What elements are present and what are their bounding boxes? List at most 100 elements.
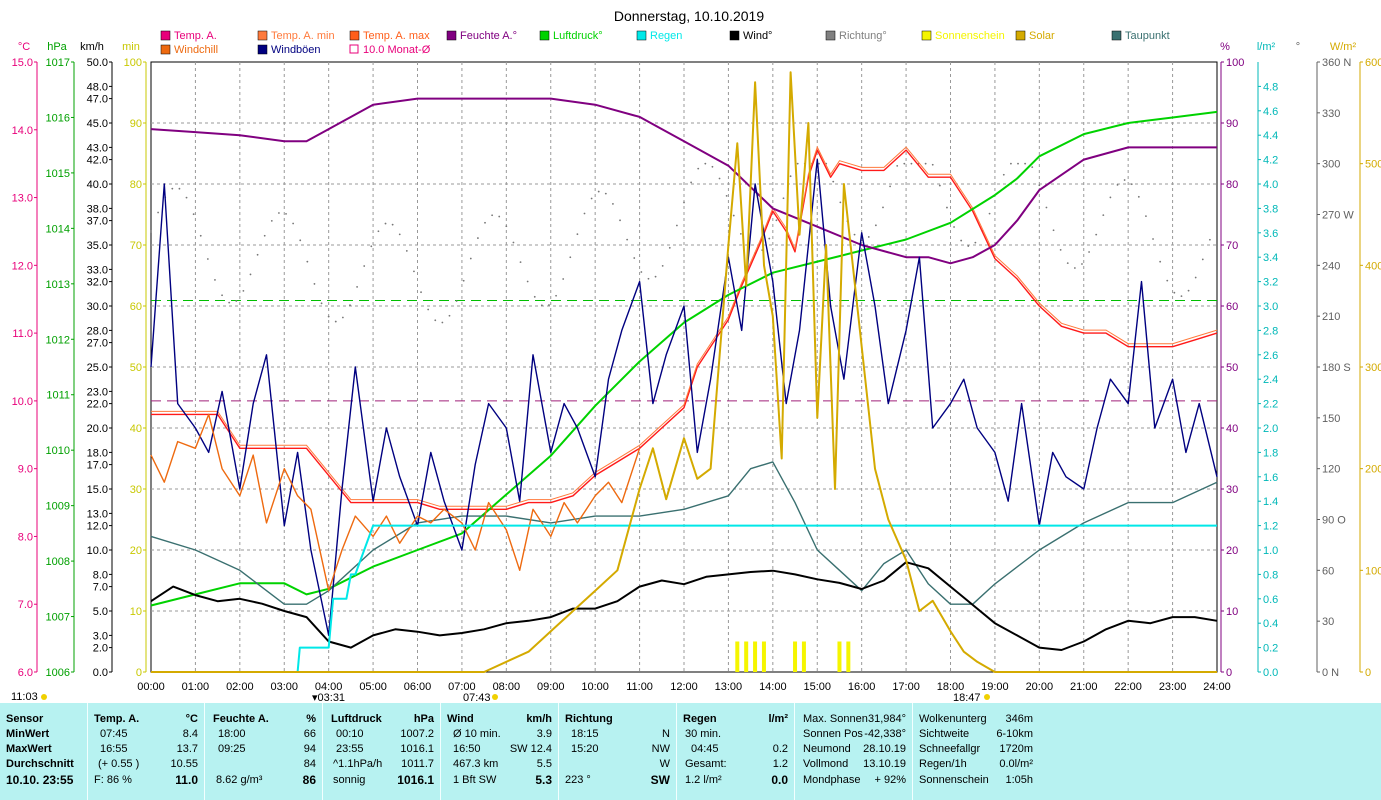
wind-tick-label: 37.0 — [87, 216, 108, 228]
rain-tick-label: 3.0 — [1263, 301, 1278, 313]
direction-dot — [896, 164, 899, 167]
sun-r2-value: 28.10.19 — [863, 743, 906, 755]
sunshine-tick-label: 40 — [130, 423, 142, 435]
direction-dot — [1130, 183, 1133, 186]
direction-dot — [910, 162, 913, 165]
direction-dot — [540, 304, 543, 307]
direction-dot — [420, 291, 422, 294]
direction-dot — [533, 295, 536, 298]
misc-r4-value: 1:05h — [1005, 774, 1033, 786]
direction-dot — [960, 239, 963, 242]
direction-dot — [1038, 184, 1041, 187]
misc-r3-value: 0.0l/m² — [999, 758, 1033, 770]
row-minwert: MinWert — [6, 728, 50, 740]
sunshine-tick-label: 100 — [124, 57, 142, 69]
misc-r2-label: Schneefallgr — [919, 743, 981, 755]
direction-dot — [370, 245, 373, 248]
temp-max-time: 16:55 — [100, 743, 128, 755]
legend-swatch — [539, 30, 550, 41]
legend-label: Richtung° — [839, 30, 887, 42]
sunshine-bar — [793, 641, 798, 672]
direction-dot — [171, 187, 174, 190]
direction-dot — [576, 233, 579, 236]
hum-header: Feuchte A. — [213, 713, 269, 725]
wind-tick-label: 22.0 — [87, 399, 108, 411]
direction-dot — [562, 278, 565, 280]
pressure-tick-label: 1016 — [46, 112, 70, 124]
direction-dot — [619, 219, 621, 222]
rain-tick-label: 2.4 — [1263, 374, 1278, 386]
direction-dot — [349, 304, 351, 307]
legend-label: 10.0 Monat-Ø — [363, 44, 431, 56]
axis-header-wind: km/h — [80, 41, 104, 53]
direction-tick-label: 180 S — [1322, 362, 1351, 374]
direction-dot — [1031, 166, 1034, 169]
legend-label: Windchill — [174, 44, 218, 56]
sun-r1-value: -42,338° — [864, 728, 906, 740]
legend-swatch — [160, 44, 171, 55]
temp-tick-label: 14.0 — [12, 125, 33, 137]
direction-dot — [640, 271, 643, 273]
axis-header-temp: °C — [18, 41, 30, 53]
sun-r0-label: Max. Sonnen — [803, 713, 868, 725]
temp-tick-label: 15.0 — [12, 57, 33, 69]
direction-dot — [434, 319, 437, 322]
temp-unit: °C — [185, 713, 198, 725]
solar-tick-label: 400 — [1365, 260, 1381, 272]
direction-dot — [498, 215, 501, 218]
direction-dot — [1208, 238, 1211, 241]
wind-r4c: 5.3 — [535, 773, 552, 787]
rain-tick-label: 0.4 — [1263, 618, 1278, 630]
dir-header: Richtung — [565, 713, 613, 725]
dir-r1b: N — [662, 728, 670, 740]
x-tick-label: 08:00 — [493, 681, 521, 693]
legend-label: Taupunkt — [1125, 30, 1170, 42]
wind-tick-label: 43.0 — [87, 142, 108, 154]
x-tick-label: 15:00 — [803, 681, 831, 693]
rain-tick-label: 4.0 — [1263, 179, 1278, 191]
direction-dot — [889, 185, 891, 188]
direction-dot — [555, 294, 557, 297]
x-tick-label: 10:00 — [581, 681, 609, 693]
sun-r4-label: Mondphase — [803, 774, 861, 786]
rain-tick-label: 3.4 — [1263, 252, 1278, 264]
rain-tick-label: 0.2 — [1263, 643, 1278, 655]
wind-r3a: 467.3 km — [453, 758, 499, 770]
direction-dot — [775, 219, 778, 222]
humidity-tick-label: 90 — [1226, 118, 1238, 130]
wind-tick-label: 15.0 — [87, 484, 108, 496]
hum-unit: % — [306, 713, 316, 725]
direction-dot — [548, 304, 550, 306]
misc-r4-label: Sonnenschein — [919, 774, 989, 786]
time-mark-left: 11:03 — [11, 691, 38, 703]
direction-dot — [1002, 173, 1005, 176]
x-tick-label: 22:00 — [1114, 681, 1142, 693]
wind-tick-label: 40.0 — [87, 179, 108, 191]
temp-avg-val: 10.55 — [170, 758, 198, 770]
legend-swatch — [257, 30, 268, 41]
humidity-tick-label: 70 — [1226, 240, 1238, 252]
humidity-tick-label: 100 — [1226, 57, 1244, 69]
direction-dot — [363, 265, 366, 267]
direction-dot — [789, 175, 792, 178]
misc-r0-label: Wolkenunterg — [919, 713, 987, 725]
direction-dot — [768, 237, 771, 240]
wind-tick-label: 17.0 — [87, 460, 108, 472]
pressure-tick-label: 1013 — [46, 279, 70, 291]
direction-dot — [221, 294, 223, 297]
legend-label: Regen — [650, 30, 682, 42]
temp-tick-label: 11.0 — [12, 328, 33, 340]
direction-dot — [661, 264, 664, 267]
direction-dot — [427, 308, 430, 311]
direction-dot — [1102, 214, 1105, 217]
press-min-val: 1007.2 — [400, 728, 434, 740]
time-mark-moonrise: ▾03:31 — [312, 692, 345, 703]
x-tick-label: 01:00 — [182, 681, 210, 693]
rain-tick-label: 0.8 — [1263, 569, 1278, 581]
humidity-tick-label: 20 — [1226, 545, 1238, 557]
direction-tick-label: 90 O — [1322, 515, 1346, 527]
solar-tick-label: 600 — [1365, 57, 1381, 69]
direction-dot — [391, 223, 394, 226]
hum-min-val: 66 — [303, 728, 316, 740]
dir-r4b: SW — [650, 773, 670, 787]
